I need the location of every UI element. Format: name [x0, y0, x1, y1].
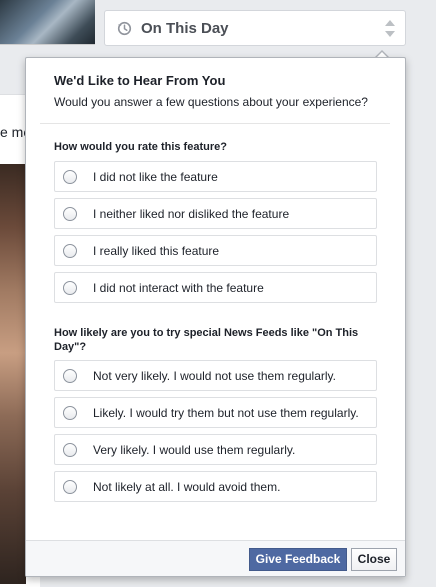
- option-not-very-likely[interactable]: Not very likely. I would not use them re…: [54, 360, 377, 391]
- option-very-likely[interactable]: Very likely. I would use them regularly.: [54, 434, 377, 465]
- radio-button[interactable]: [63, 169, 77, 184]
- popover-subtitle: Would you answer a few questions about y…: [54, 95, 368, 109]
- header-divider: [40, 123, 390, 124]
- option-label: I did not like the feature: [93, 169, 218, 184]
- background-card-photo: [0, 164, 26, 584]
- background-card-text: e me: [0, 124, 26, 140]
- option-really-liked[interactable]: I really liked this feature: [54, 235, 377, 266]
- option-did-not-like[interactable]: I did not like the feature: [54, 161, 377, 192]
- close-button[interactable]: Close: [351, 548, 397, 571]
- option-likely[interactable]: Likely. I would try them but not use the…: [54, 397, 377, 428]
- clock-icon: [117, 21, 132, 36]
- question-rating: How would you rate this feature?: [54, 141, 227, 153]
- popover-header: We'd Like to Hear From You Would you ans…: [26, 58, 405, 124]
- option-label: I really liked this feature: [93, 243, 220, 258]
- option-label: Likely. I would try them but not use the…: [93, 405, 359, 420]
- radio-button[interactable]: [63, 280, 77, 295]
- feedback-popover: We'd Like to Hear From You Would you ans…: [25, 57, 406, 577]
- popover-footer: Give Feedback Close: [26, 540, 405, 576]
- updown-icon: [385, 20, 395, 37]
- option-label: Not very likely. I would not use them re…: [93, 368, 336, 383]
- option-not-likely-at-all[interactable]: Not likely at all. I would avoid them.: [54, 471, 377, 502]
- question-likelihood: How likely are you to try special News F…: [54, 327, 359, 353]
- popover-title: We'd Like to Hear From You: [54, 73, 226, 88]
- radio-button[interactable]: [63, 479, 77, 494]
- option-label: Very likely. I would use them regularly.: [93, 442, 296, 457]
- option-neutral[interactable]: I neither liked nor disliked the feature: [54, 198, 377, 229]
- option-did-not-interact[interactable]: I did not interact with the feature: [54, 272, 377, 303]
- radio-button[interactable]: [63, 368, 77, 383]
- radio-button[interactable]: [63, 405, 77, 420]
- radio-button[interactable]: [63, 442, 77, 457]
- radio-button[interactable]: [63, 206, 77, 221]
- feed-selector-title: On This Day: [141, 19, 229, 37]
- feed-selector[interactable]: On This Day: [104, 10, 406, 46]
- option-label: I did not interact with the feature: [93, 280, 264, 295]
- give-feedback-button[interactable]: Give Feedback: [249, 548, 347, 571]
- background-strip: [404, 50, 436, 587]
- background-photo: [0, 0, 95, 45]
- option-label: Not likely at all. I would avoid them.: [93, 479, 281, 494]
- radio-button[interactable]: [63, 243, 77, 258]
- option-label: I neither liked nor disliked the feature: [93, 206, 290, 221]
